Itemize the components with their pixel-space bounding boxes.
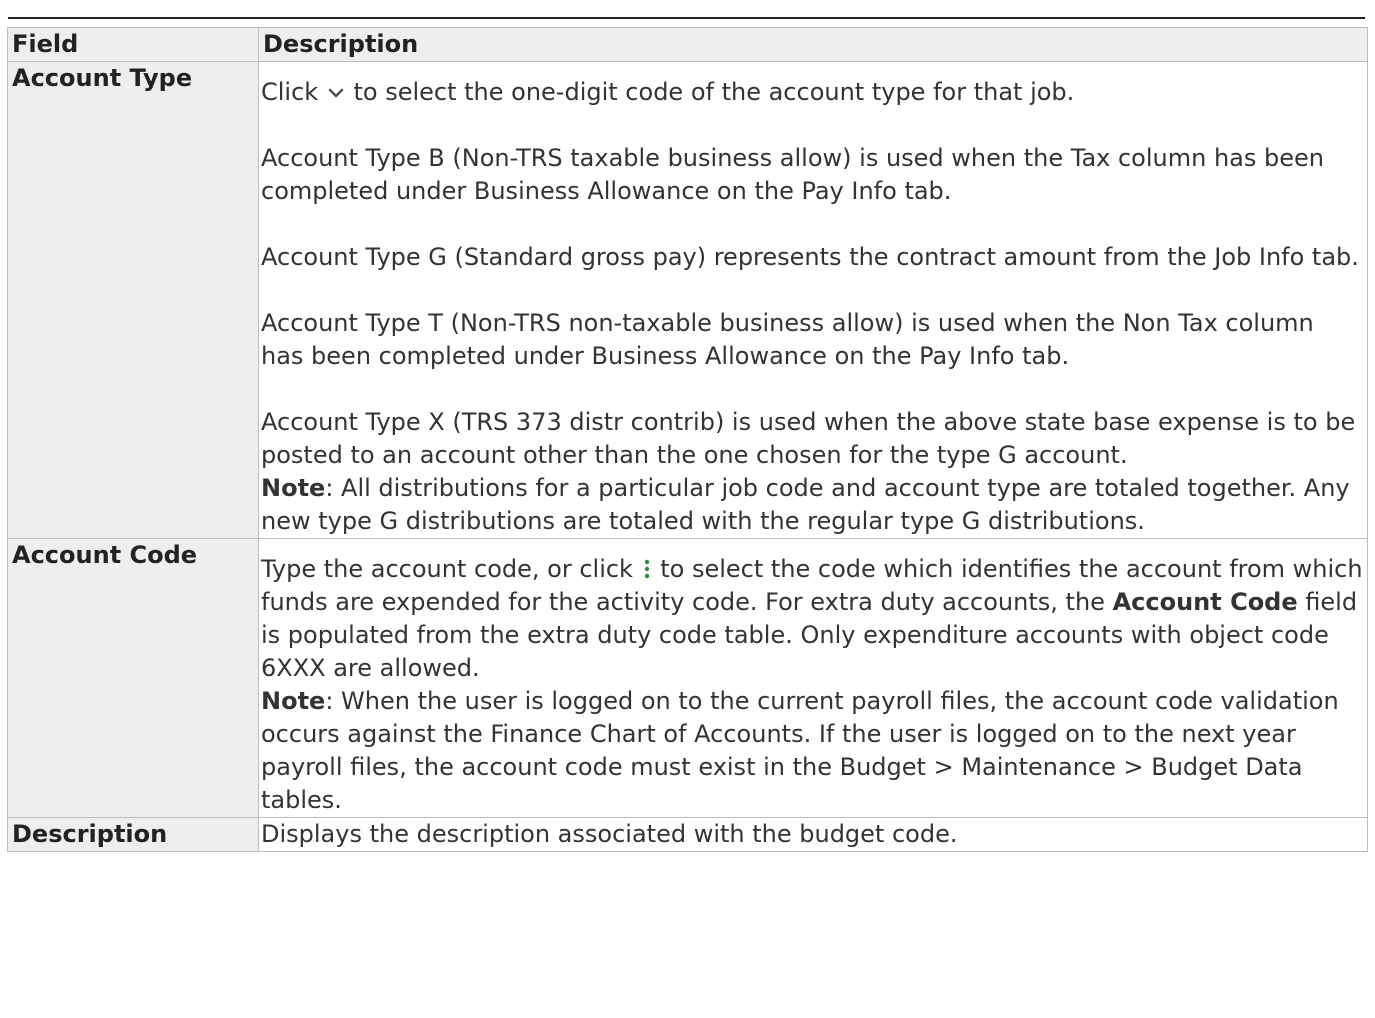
account-code-bold: Account Code — [1112, 588, 1298, 616]
note-text: : When the user is logged on to the curr… — [261, 687, 1339, 814]
description-description: Displays the description associated with… — [258, 817, 1368, 852]
description-account-code: Type the account code, or click to selec… — [258, 538, 1368, 818]
vertical-dots-icon — [641, 558, 653, 582]
account-type-note: Note: All distributions for a particular… — [261, 472, 1363, 538]
field-account-code: Account Code — [7, 538, 259, 818]
account-type-paragraph-3: Account Type G (Standard gross pay) repr… — [261, 243, 1359, 271]
fields-table: Field Description Account Type Click to … — [7, 27, 1368, 852]
note-label: Note — [261, 687, 326, 715]
note-text: : All distributions for a particular job… — [261, 474, 1350, 535]
note-label: Note — [261, 474, 326, 502]
account-type-paragraph-5: Account Type X (TRS 373 distr contrib) i… — [261, 408, 1356, 469]
field-description: Description — [7, 817, 259, 852]
account-code-paragraph-1: Type the account code, or click to selec… — [261, 539, 1363, 685]
select-text: to select the one-digit code of the acco… — [353, 78, 1075, 106]
table-row-description: Description Displays the description ass… — [7, 817, 1368, 852]
account-code-note: Note: When the user is logged on to the … — [261, 685, 1363, 817]
field-account-type: Account Type — [7, 61, 259, 539]
chevron-down-icon — [326, 86, 346, 100]
type-text: Type the account code, or click — [261, 555, 633, 583]
account-type-paragraph-4: Account Type T (Non-TRS non-taxable busi… — [261, 309, 1314, 370]
click-text: Click — [261, 78, 319, 106]
account-type-paragraph-2: Account Type B (Non-TRS taxable business… — [261, 144, 1324, 205]
description-account-type: Click to select the one-digit code of th… — [258, 61, 1368, 539]
table-header-row: Field Description — [7, 27, 1368, 62]
account-type-paragraph-1: Click to select the one-digit code of th… — [261, 62, 1363, 109]
header-field: Field — [7, 27, 259, 62]
table-row-account-type: Account Type Click to select the one-dig… — [7, 61, 1368, 539]
table-row-account-code: Account Code Type the account code, or c… — [7, 538, 1368, 818]
header-description: Description — [258, 27, 1368, 62]
top-rule — [8, 17, 1365, 19]
